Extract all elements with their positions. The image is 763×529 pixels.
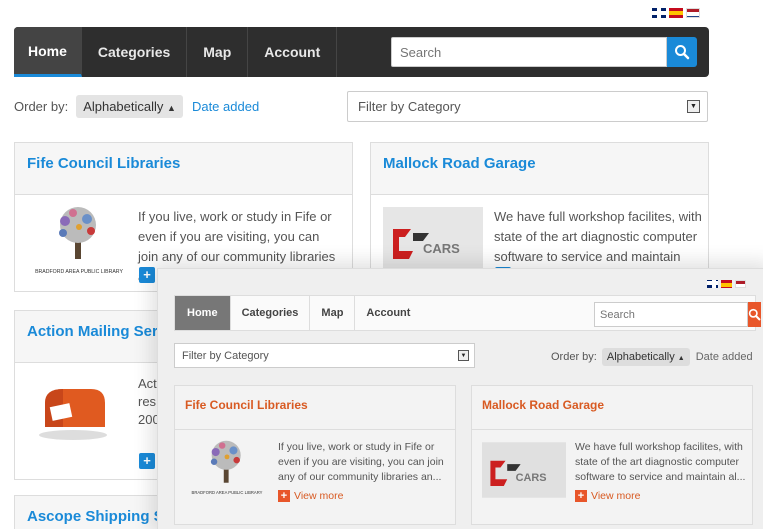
language-switcher — [652, 8, 700, 18]
listing-card-header: Mallock Road Garage — [472, 386, 752, 430]
nav-account[interactable]: Account — [248, 27, 338, 77]
view-more-label: View more — [294, 490, 344, 502]
search-input[interactable] — [391, 37, 667, 67]
view-more-plus-button[interactable]: + — [139, 267, 155, 283]
listing-card: Fife Council Libraries BRADFORD AREA PUB… — [174, 385, 456, 525]
svg-text:CARS: CARS — [516, 472, 547, 484]
chevron-down-icon: ▼ — [458, 350, 469, 361]
listing-title[interactable]: Ascope Shipping S — [27, 508, 164, 525]
category-filter-value: Filter by Category — [358, 99, 461, 114]
chevron-down-icon: ▼ — [687, 100, 700, 113]
search-icon — [748, 308, 761, 321]
cars-logo-icon: CARS — [482, 442, 566, 498]
category-filter-value: Filter by Category — [182, 349, 269, 362]
listing-title[interactable]: Mallock Road Garage — [383, 155, 536, 172]
spain-flag-icon[interactable] — [669, 8, 683, 18]
uk-flag-icon[interactable] — [707, 280, 718, 288]
listing-card-header: Fife Council Libraries — [15, 143, 352, 195]
nav-account[interactable]: Account — [355, 296, 421, 330]
category-filter-select[interactable]: Filter by Category ▼ — [347, 91, 708, 122]
plus-icon: + — [575, 490, 587, 502]
search-button[interactable] — [667, 37, 697, 67]
order-alphabetically-label: Alphabetically — [83, 99, 164, 114]
listing-card-header: Fife Council Libraries — [175, 386, 455, 430]
red-mailbox-icon — [39, 389, 107, 440]
nav-categories[interactable]: Categories — [231, 296, 311, 330]
nav-categories[interactable]: Categories — [82, 27, 188, 77]
nav-map[interactable]: Map — [310, 296, 356, 330]
listing-card: Mallock Road Garage CARS We have full wo… — [370, 142, 709, 284]
listing-card: Mallock Road Garage CARS We have full wo… — [471, 385, 753, 525]
uk-flag-icon[interactable] — [652, 8, 666, 18]
sort-up-icon: ▲ — [677, 355, 685, 362]
view-more-link[interactable]: + View more — [278, 490, 343, 502]
order-label: Order by: — [551, 351, 597, 363]
order-bar: Order by: Alphabetically ▲ Date added — [551, 348, 753, 366]
order-alphabetically-label: Alphabetically — [606, 351, 675, 363]
netherlands-flag-icon[interactable] — [686, 8, 700, 18]
library-tree-logo-icon: BRADFORD AREA PUBLIC LIBRARY — [192, 440, 263, 495]
language-switcher — [707, 280, 746, 288]
library-logo-caption: BRADFORD AREA PUBLIC LIBRARY — [192, 490, 263, 495]
search-box — [391, 37, 697, 67]
nav-map[interactable]: Map — [187, 27, 249, 77]
nav-home[interactable]: Home — [175, 296, 231, 330]
order-date-added-link[interactable]: Date added — [696, 351, 753, 363]
order-alphabetically-button[interactable]: Alphabetically ▲ — [76, 95, 183, 118]
category-filter-select[interactable]: Filter by Category ▼ — [174, 343, 475, 368]
search-input[interactable] — [594, 302, 748, 327]
plus-icon: + — [278, 490, 290, 502]
cars-logo-icon: CARS — [383, 207, 483, 273]
svg-text:CARS: CARS — [423, 241, 460, 256]
listing-card-header: Mallock Road Garage — [371, 143, 708, 195]
order-alphabetically-button[interactable]: Alphabetically ▲ — [601, 348, 690, 366]
order-bar: Order by: Alphabetically ▲ Date added — [14, 95, 259, 118]
listing-description: If you live, work or study in Fife or ev… — [278, 441, 444, 483]
listing-title[interactable]: Mallock Road Garage — [482, 398, 604, 412]
main-navbar: Home Categories Map Account — [14, 27, 709, 77]
library-tree-logo-icon: BRADFORD AREA PUBLIC LIBRARY — [35, 207, 123, 275]
spain-flag-icon[interactable] — [721, 280, 732, 288]
order-label: Order by: — [14, 99, 69, 114]
library-logo-caption: BRADFORD AREA PUBLIC LIBRARY — [35, 269, 123, 275]
overlay-search-box — [594, 302, 761, 327]
order-date-added-link[interactable]: Date added — [192, 99, 259, 114]
netherlands-flag-icon[interactable] — [735, 280, 746, 288]
sort-up-icon: ▲ — [167, 103, 176, 113]
listing-title[interactable]: Fife Council Libraries — [185, 398, 308, 412]
theme-preview-overlay: Home Categories Map Account Filter by Ca… — [157, 268, 763, 529]
nav-home[interactable]: Home — [14, 27, 82, 77]
listing-title[interactable]: Action Mailing Ser — [27, 323, 158, 340]
search-button[interactable] — [748, 302, 761, 327]
listing-description: We have full workshop facilites, with st… — [575, 441, 746, 483]
listing-title[interactable]: Fife Council Libraries — [27, 155, 180, 172]
view-more-link[interactable]: + View more — [575, 490, 640, 502]
view-more-plus-button[interactable]: + — [139, 453, 155, 469]
view-more-label: View more — [591, 490, 641, 502]
search-icon — [675, 45, 690, 60]
